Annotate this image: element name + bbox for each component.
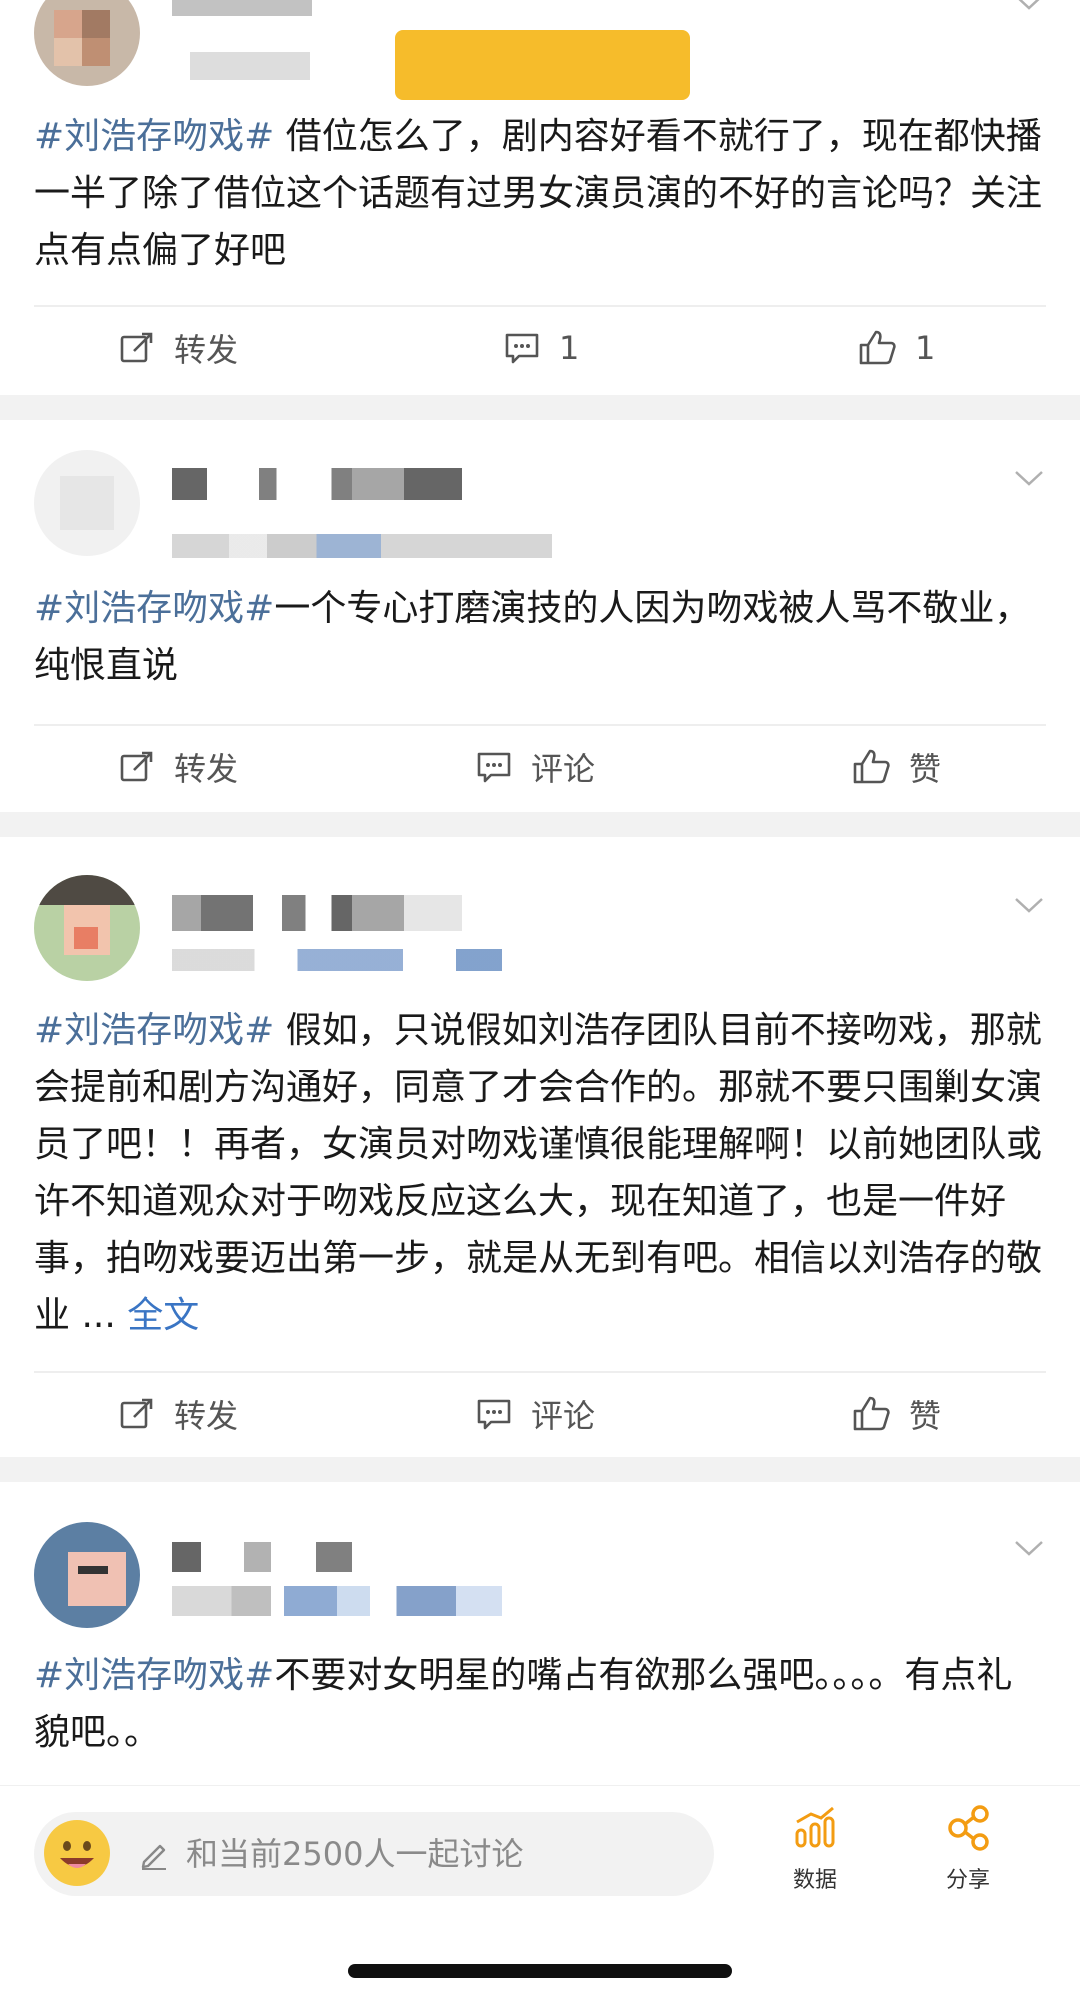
post-separator [0, 1457, 1080, 1482]
comment-icon [477, 752, 511, 783]
post-4: #刘浩存吻戏#不要对女明星的嘴占有欲那么强吧。。。。有点礼貌吧。。 [0, 1482, 1080, 1785]
avatar[interactable] [34, 450, 140, 556]
action-bar: 转发 评论 赞 [0, 1374, 1080, 1454]
divider [34, 724, 1046, 726]
repost-button[interactable]: 转发 [118, 1374, 238, 1454]
comment-icon [477, 1399, 511, 1430]
meta-blurred [172, 949, 502, 971]
post-3: #刘浩存吻戏# 假如，只说假如刘浩存团队目前不接吻戏，那就会提前和剧方沟通好，同… [0, 837, 1080, 1457]
post-separator [0, 812, 1080, 837]
like-button[interactable]: 赞 [851, 1374, 941, 1454]
discussion-input-placeholder: 和当前2500人一起讨论 [186, 1835, 524, 1873]
post-content: #刘浩存吻戏#一个专心打磨演技的人因为吻戏被人骂不敬业，纯恨直说 [34, 588, 1031, 686]
username-blurred[interactable] [172, 1542, 352, 1572]
repost-button[interactable]: 转发 [118, 727, 238, 807]
avatar[interactable] [34, 875, 140, 981]
repost-button[interactable]: 转发 [118, 308, 238, 388]
meta-blurred [172, 1586, 502, 1616]
data-button[interactable]: 数据 [765, 1804, 865, 1894]
like-icon [853, 1396, 890, 1431]
hashtag-link[interactable]: #刘浩存吻戏# [34, 116, 274, 157]
like-icon [853, 749, 890, 784]
discussion-input[interactable]: 和当前2500人一起讨论 [34, 1812, 714, 1896]
like-button[interactable]: 赞 [851, 727, 941, 807]
like-icon [859, 330, 896, 365]
post-content: #刘浩存吻戏#不要对女明星的嘴占有欲那么强吧。。。。有点礼貌吧。。 [34, 1655, 1013, 1753]
hashtag-link[interactable]: #刘浩存吻戏# [34, 1010, 274, 1051]
share-label: 分享 [945, 1868, 990, 1893]
chevron-down-icon[interactable] [1012, 0, 1046, 20]
chevron-down-icon[interactable] [1012, 462, 1046, 496]
home-indicator[interactable] [348, 1964, 732, 1978]
post-2: #刘浩存吻戏#一个专心打磨演技的人因为吻戏被人骂不敬业，纯恨直说 转发 评论 赞 [0, 420, 1080, 812]
post-1: #刘浩存吻戏# 借位怎么了，剧内容好看不就行了，现在都快播一半了除了借位这个话题… [0, 0, 1080, 395]
divider [34, 305, 1046, 307]
badge-blurred [395, 30, 690, 100]
divider [34, 1371, 1046, 1373]
share-button[interactable]: 分享 [918, 1804, 1018, 1894]
post-content: #刘浩存吻戏# 借位怎么了，剧内容好看不就行了，现在都快播一半了除了借位这个话题… [34, 116, 1043, 271]
comment-label: 评论 [531, 750, 596, 788]
username-blurred[interactable] [172, 0, 312, 16]
hashtag-link[interactable]: #刘浩存吻戏# [34, 1655, 274, 1696]
data-icon [795, 1806, 835, 1848]
like-button[interactable]: 1 [857, 308, 935, 388]
chevron-down-icon[interactable] [1012, 889, 1046, 923]
username-blurred[interactable] [172, 895, 462, 931]
action-bar: 转发 评论 赞 [0, 727, 1080, 807]
like-label: 赞 [909, 750, 942, 788]
share-icon [948, 1805, 989, 1851]
action-bar: 转发 1 1 [0, 308, 1080, 388]
emoji-face-icon [46, 1822, 108, 1884]
comment-button[interactable]: 1 [503, 308, 579, 388]
repost-icon [120, 332, 153, 363]
emoji-icon[interactable] [44, 1820, 110, 1886]
avatar[interactable] [34, 0, 140, 86]
chevron-down-icon[interactable] [1012, 1532, 1046, 1566]
pencil-icon [141, 1844, 166, 1870]
meta-blurred [172, 534, 552, 558]
username-blurred[interactable] [172, 468, 462, 500]
read-more-link[interactable]: 全文 [127, 1295, 199, 1336]
post-separator [0, 395, 1080, 420]
comment-button[interactable]: 评论 [475, 1374, 595, 1454]
repost-label: 转发 [174, 750, 239, 788]
meta-blurred [190, 52, 310, 80]
comment-icon [505, 333, 539, 364]
hashtag-link[interactable]: #刘浩存吻戏# [34, 588, 274, 629]
like-count: 1 [915, 329, 936, 367]
avatar[interactable] [34, 1522, 140, 1628]
like-label: 赞 [909, 1397, 942, 1435]
data-label: 数据 [792, 1868, 837, 1893]
repost-label: 转发 [174, 331, 239, 369]
repost-icon [120, 751, 153, 782]
repost-label: 转发 [174, 1397, 239, 1435]
comment-button[interactable]: 评论 [475, 727, 595, 807]
post-content: #刘浩存吻戏# 假如，只说假如刘浩存团队目前不接吻戏，那就会提前和剧方沟通好，同… [34, 1010, 1043, 1336]
repost-icon [120, 1398, 153, 1429]
comment-count: 1 [559, 329, 580, 367]
comment-label: 评论 [531, 1397, 596, 1435]
